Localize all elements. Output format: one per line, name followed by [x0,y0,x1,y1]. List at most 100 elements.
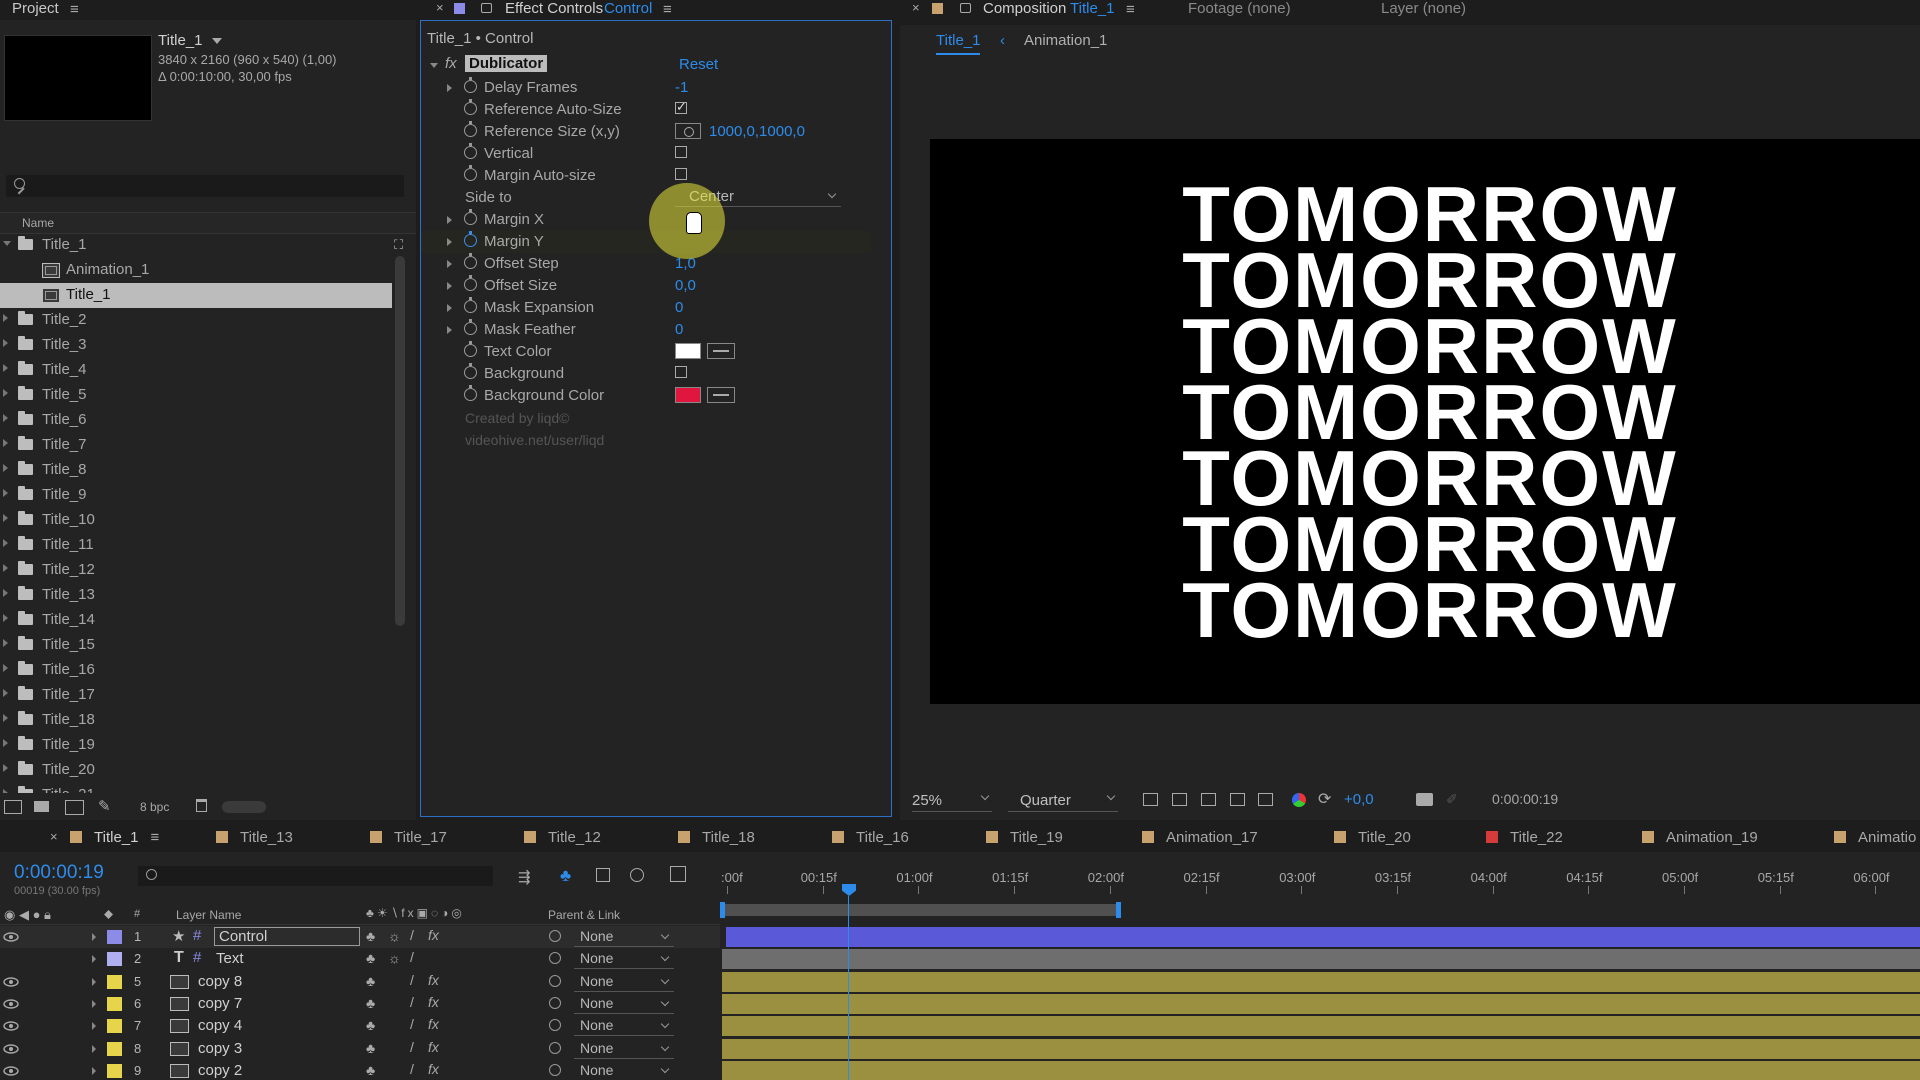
twirl-icon[interactable] [3,714,8,722]
color-swatch[interactable] [675,387,701,403]
project-scrollbar[interactable] [395,256,405,626]
layer-duration-bar[interactable] [722,971,1920,992]
panel-menu-icon[interactable]: ≡ [663,1,672,18]
timeline-tab[interactable]: Animatio [1834,829,1916,853]
effect-param-row[interactable]: Offset Size 0,0 [421,275,871,297]
effect-param-checkbox[interactable] [675,366,687,378]
footage-tab[interactable]: Footage (none) [1188,0,1291,17]
quality-switch-icon[interactable]: / [410,1016,414,1032]
timeline-tab[interactable]: Title_18 [678,829,755,853]
layer-duration-bar[interactable] [722,1038,1920,1059]
effect-param-row[interactable]: Margin Y [421,231,871,253]
twirl-icon[interactable] [3,614,8,622]
project-folder-row[interactable]: Title_12 [0,558,392,583]
effect-param-row[interactable]: Margin Auto-size [421,165,871,187]
parent-select[interactable]: None [574,972,674,992]
parent-select[interactable]: None [574,927,674,947]
parent-select[interactable]: None [574,1039,674,1059]
draft-3d-icon[interactable]: ♣ [560,866,571,886]
twirl-icon[interactable] [447,84,452,92]
av-switches-icon[interactable]: ◉ ◀ ● 🔒︎ [4,907,51,923]
comp-mini-flowchart-icon[interactable]: ⇶ [518,868,531,886]
layer-label-color[interactable] [107,1041,122,1056]
layer-name[interactable]: copy 7 [198,995,242,1012]
col-layer-name[interactable]: Layer Name [176,908,241,922]
visibility-eye-icon[interactable] [3,1021,19,1031]
effect-param-value[interactable]: 1000,0,1000,0 [709,123,805,140]
effect-controls-tab-label[interactable]: Effect Controls [505,0,603,17]
stopwatch-icon[interactable] [464,275,477,291]
stopwatch-icon[interactable] [464,253,477,269]
project-folder-row[interactable]: Title_14 [0,608,392,633]
twirl-icon[interactable] [447,282,452,290]
twirl-icon[interactable] [447,238,452,246]
close-icon[interactable]: × [436,0,444,15]
side-to-row[interactable]: Side toCenter [421,187,871,209]
layer-label-color[interactable] [107,996,122,1011]
fx-icon[interactable]: fx [445,55,457,72]
color-swatch[interactable] [675,343,701,359]
twirl-icon[interactable] [447,304,452,312]
layer-duration-bar[interactable] [722,1060,1920,1080]
timeline-tab[interactable]: Title_20 [1334,829,1411,853]
stopwatch-icon[interactable] [464,143,477,159]
twirl-icon[interactable] [3,589,8,597]
composition-tab-comp[interactable]: Title_1 [1070,0,1114,17]
pick-whip-icon[interactable] [549,952,561,965]
lock-icon[interactable] [960,3,971,13]
effect-param-row[interactable]: Margin X [421,209,871,231]
twirl-icon[interactable] [92,977,96,986]
layer-label-color[interactable] [107,1063,122,1078]
layer-row[interactable]: 6 copy 7 ♣ / fx None [0,993,720,1015]
project-folder-row[interactable]: Title_6 [0,408,392,433]
work-area-end-handle[interactable] [1116,902,1121,918]
twirl-icon[interactable] [3,739,8,747]
eyedropper-icon[interactable] [707,387,735,403]
twirl-icon[interactable] [3,789,8,793]
project-comp-row[interactable]: Animation_1 [0,258,392,283]
fx-switch-icon[interactable]: fx [428,994,439,1010]
pick-whip-icon[interactable] [549,1063,561,1076]
layer-tab[interactable]: Layer (none) [1381,0,1466,17]
effect-param-checkbox[interactable] [675,168,687,180]
twirl-icon[interactable] [92,999,96,1008]
twirl-icon[interactable] [3,689,8,697]
visibility-eye-icon[interactable] [3,932,19,942]
shy-switch-icon[interactable]: ♣ [366,995,375,1011]
layer-label-color[interactable] [107,1019,122,1034]
project-comp-row[interactable]: Title_1 [0,283,392,308]
project-folder-row[interactable]: Title_7 [0,433,392,458]
label-column-icon[interactable]: ⬥ [104,906,113,922]
visibility-eye-icon[interactable] [3,1066,19,1076]
effect-param-row[interactable]: Mask Expansion 0 [421,297,871,319]
transparency-grid-icon[interactable] [1172,793,1187,806]
shy-switch-icon[interactable]: ♣ [366,973,375,989]
quality-switch-icon[interactable]: / [410,1039,414,1055]
effect-param-row[interactable]: Mask Feather 0 [421,319,871,341]
layer-duration-bar[interactable] [722,949,1920,970]
project-folder-row[interactable]: Title_4 [0,358,392,383]
stopwatch-icon[interactable] [464,209,477,225]
twirl-open-icon[interactable] [430,63,438,68]
effect-param-row[interactable]: Background [421,363,871,385]
twirl-icon[interactable] [3,314,8,322]
quality-switch-icon[interactable]: / [410,994,414,1010]
layer-label-color[interactable] [107,952,122,967]
timeline-timecode[interactable]: 0:00:00:19 [14,862,104,884]
layer-duration-bar[interactable] [722,1016,1920,1037]
visibility-eye-icon[interactable] [3,976,19,987]
pick-whip-icon[interactable] [549,930,561,942]
layer-name[interactable]: copy 8 [198,973,242,990]
project-folder-row[interactable]: Title_13 [0,583,392,608]
stopwatch-icon[interactable] [464,77,477,93]
item-dropdown-icon[interactable] [212,38,222,44]
twirl-icon[interactable] [3,639,8,647]
new-folder-icon[interactable] [34,801,49,812]
project-folder-row[interactable]: Title_2 [0,308,392,333]
panel-menu-icon[interactable]: ≡ [1126,1,1135,18]
stopwatch-icon[interactable] [464,341,477,357]
layer-row[interactable]: 1 ★ # Control ♣ ☼ / fx None [0,926,720,948]
thumbnail-slider[interactable] [222,801,266,813]
shy-switch-icon[interactable]: ♣ [366,1040,375,1056]
stopwatch-icon[interactable] [464,231,477,247]
